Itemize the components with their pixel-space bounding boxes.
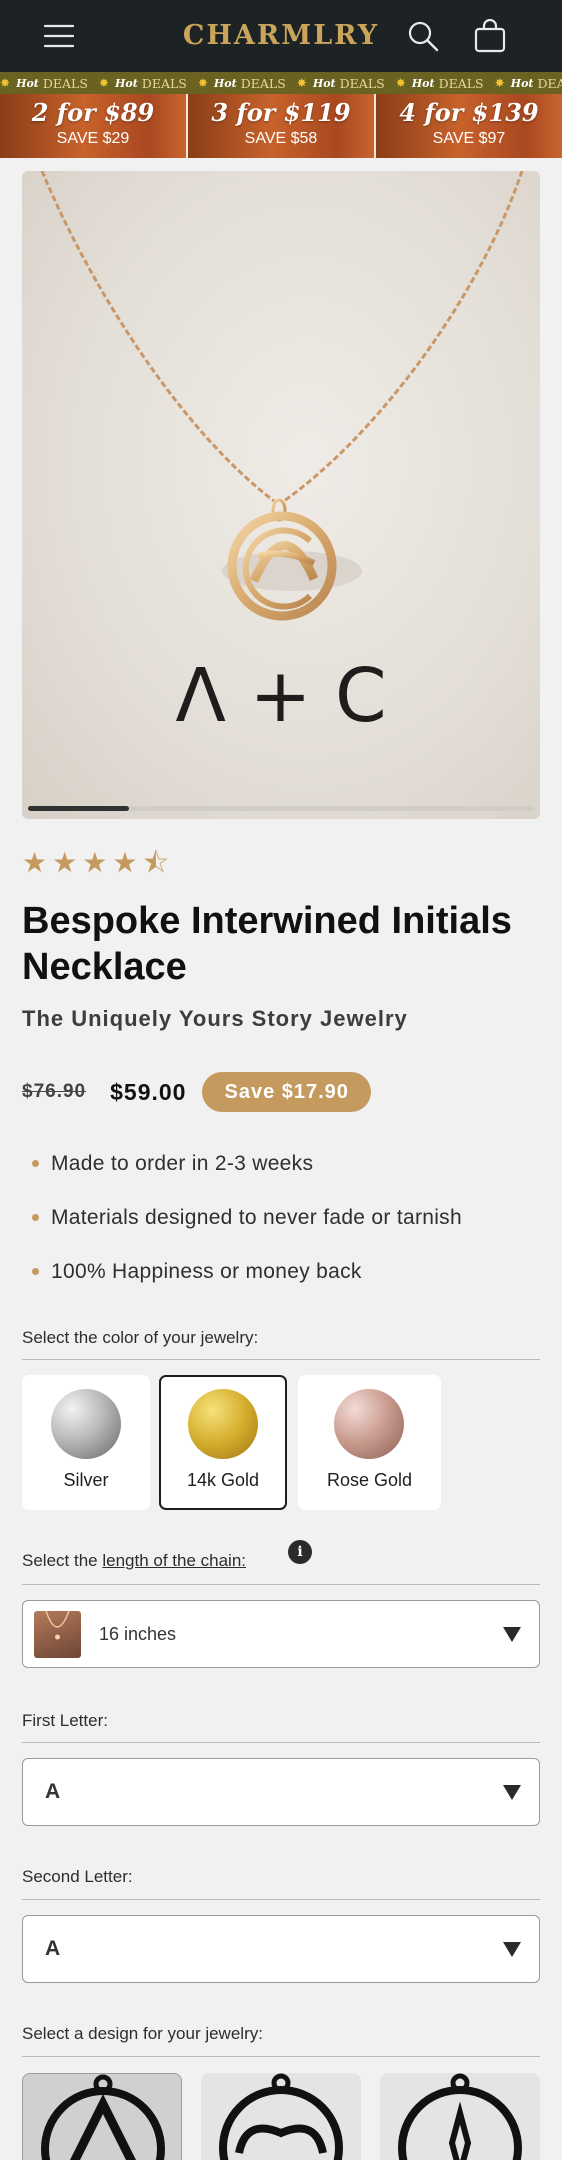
second-letter-select[interactable]: A <box>22 1915 540 1983</box>
promo-4-for[interactable]: 4 for $139 SAVE $97 <box>376 94 562 158</box>
chain-length-label: Select the length of the chain: <box>22 1551 247 1570</box>
site-header: CHARMLRY <box>0 0 562 72</box>
rating-stars[interactable]: ★ ★ ★ ★ ⯪ <box>22 848 169 878</box>
star-full-icon: ★ <box>82 847 108 878</box>
ticker-item: ✸HotDEALS <box>494 75 562 91</box>
menu-icon[interactable] <box>37 14 81 58</box>
product-subtitle: The Uniquely Yours Story Jewelry <box>22 1006 408 1031</box>
necklace-image: Λ + C <box>40 171 524 739</box>
price-row: $76.90 $59.00 Save $17.90 <box>22 1071 371 1113</box>
color-option-rose-gold[interactable]: Rose Gold <box>298 1375 441 1510</box>
first-letter-value: A <box>45 1780 61 1803</box>
chain-thumbnail <box>34 1611 81 1658</box>
color-label: Select the color of your jewelry: <box>22 1328 259 1347</box>
color-option-silver[interactable]: Silver <box>22 1375 150 1510</box>
ticker-item: ✸HotDEALS <box>197 75 286 91</box>
star-half-icon: ⯪ <box>142 847 169 878</box>
gold-swatch <box>188 1389 258 1459</box>
promo-2-for[interactable]: 2 for $89 SAVE $29 <box>0 94 188 158</box>
pendant-design-heart-icon <box>219 2073 343 2160</box>
promo-deal: 2 for $89 <box>31 98 155 127</box>
ticker-item: ✸HotDEALS <box>0 75 88 91</box>
first-letter-select[interactable]: A <box>22 1758 540 1826</box>
sale-price: $59.00 <box>110 1078 187 1105</box>
design-option-1[interactable] <box>22 2073 182 2160</box>
ticker-item: ✸HotDEALS <box>296 75 385 91</box>
color-option-label: Rose Gold <box>326 1470 413 1490</box>
color-option-label: Silver <box>63 1470 109 1490</box>
product-benefits: Made to order in 2-3 weeks Materials des… <box>32 1152 462 1314</box>
design-option-2[interactable] <box>201 2073 361 2160</box>
pendant-design-a-icon <box>41 2074 165 2160</box>
star-burst-icon: ✸ <box>197 76 208 90</box>
design-label: Select a design for your jewelry: <box>22 2024 263 2043</box>
star-full-icon: ★ <box>52 847 78 878</box>
pendant-design-star-icon <box>398 2073 522 2160</box>
benefit-item: Made to order in 2-3 weeks <box>32 1152 462 1206</box>
product-title: Bespoke Interwined Initials Necklace <box>22 900 512 988</box>
chain-length-select[interactable]: 16 inches <box>22 1600 540 1668</box>
chain-length-link[interactable]: length of the chain: <box>102 1551 246 1570</box>
star-burst-icon: ✸ <box>296 76 307 90</box>
search-icon[interactable] <box>401 14 445 58</box>
first-letter-label: First Letter: <box>22 1711 108 1730</box>
compare-at-price: $76.90 <box>22 1081 87 1102</box>
save-badge: Save $17.90 <box>202 1072 371 1112</box>
star-burst-icon: ✸ <box>98 76 109 90</box>
initials-text: Λ + C <box>175 653 386 739</box>
rose-gold-swatch <box>334 1389 404 1459</box>
chevron-down-icon <box>503 1627 521 1642</box>
divider <box>22 1359 540 1360</box>
silver-swatch <box>51 1389 121 1459</box>
chevron-down-icon <box>503 1785 521 1800</box>
second-letter-value: A <box>45 1937 61 1960</box>
divider <box>22 2056 540 2057</box>
gallery-scrollbar[interactable] <box>28 806 534 811</box>
divider <box>22 1742 540 1743</box>
product-image-gallery[interactable]: Λ + C <box>22 171 540 819</box>
hot-deals-ticker: ✸ Hot DEALS ✸ Hot DEALS ✸ Hot DEALS ✸ Hot DEALS … <box>0 72 562 94</box>
design-option-3[interactable] <box>380 2073 540 2160</box>
chevron-down-icon <box>503 1942 521 1957</box>
benefit-item: Materials designed to never fade or tarn… <box>32 1206 462 1260</box>
info-icon[interactable]: i <box>288 1540 312 1564</box>
star-burst-icon: ✸ <box>494 76 505 90</box>
divider <box>22 1899 540 1900</box>
ticker-item: ✸HotDEALS <box>395 75 484 91</box>
star-full-icon: ★ <box>112 847 138 878</box>
second-letter-label: Second Letter: <box>22 1867 133 1886</box>
promo-deal: 4 for $139 <box>399 98 539 127</box>
gallery-scrollbar-thumb[interactable] <box>28 806 130 811</box>
ticker-item: ✸HotDEALS <box>98 75 187 91</box>
color-option-label: 14k Gold <box>186 1470 260 1490</box>
star-burst-icon: ✸ <box>395 76 406 90</box>
chain-length-value: 16 inches <box>99 1623 177 1644</box>
promo-save: SAVE $58 <box>244 130 318 147</box>
promo-save: SAVE $97 <box>432 130 506 147</box>
cart-icon[interactable] <box>468 14 512 58</box>
star-burst-icon: ✸ <box>0 76 11 90</box>
benefit-item: 100% Happiness or money back <box>32 1260 462 1314</box>
promo-deal: 3 for $119 <box>211 98 351 127</box>
promo-save: SAVE $29 <box>56 130 130 147</box>
color-option-14k-gold[interactable]: 14k Gold <box>159 1375 287 1510</box>
star-full-icon: ★ <box>22 847 48 878</box>
promo-3-for[interactable]: 3 for $119 SAVE $58 <box>188 94 376 158</box>
divider <box>22 1584 540 1585</box>
bundle-promos: 2 for $89 SAVE $29 3 for $119 SAVE $58 4… <box>0 94 562 158</box>
